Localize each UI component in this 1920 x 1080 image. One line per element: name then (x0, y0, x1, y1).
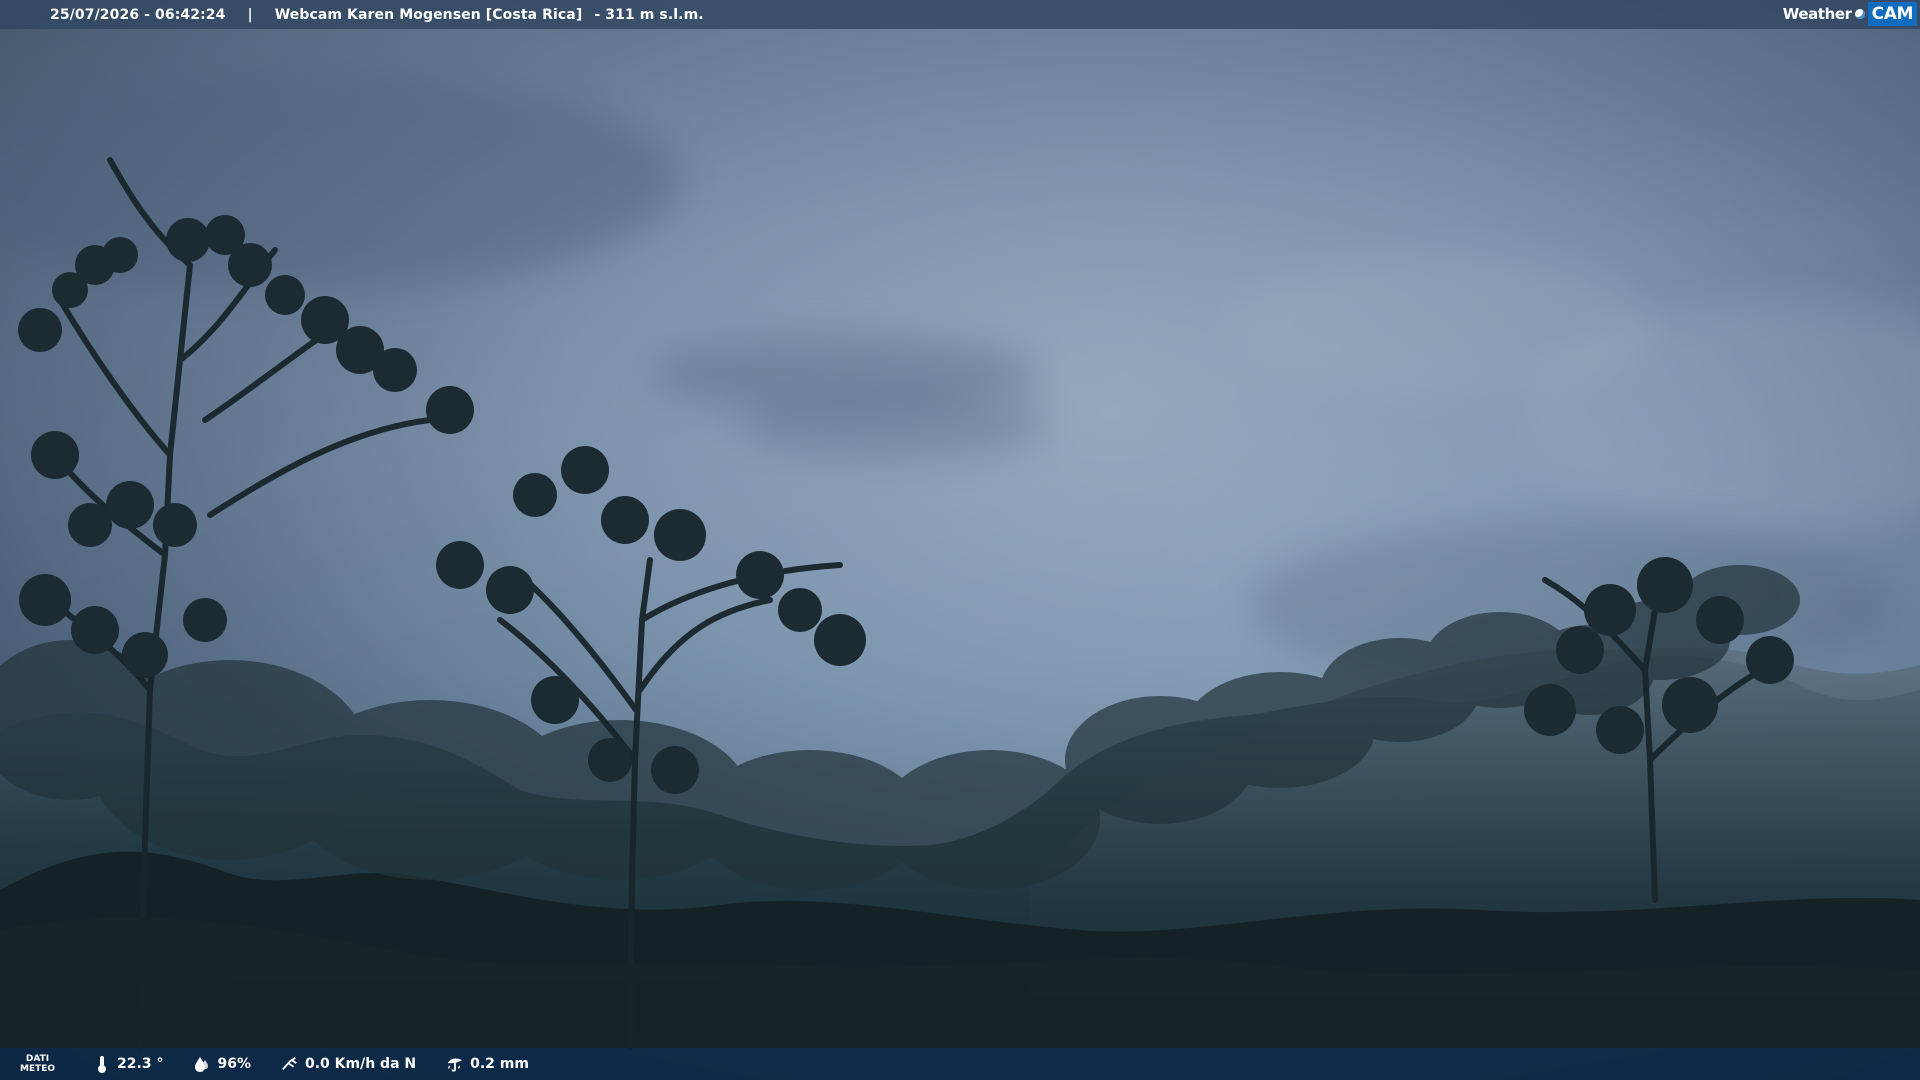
humidity-value: 96% (217, 1056, 251, 1072)
wind-direction-icon (281, 1055, 299, 1073)
weather-data-bar: DATI METEO 22.3 ° 96% 0.0 Km/h da N 0.2 … (0, 1048, 1920, 1080)
logo-dot-icon (1854, 9, 1865, 19)
top-info-bar: 25/07/2026 - 06:42:24 | Webcam Karen Mog… (0, 0, 1920, 29)
top-separator: | (247, 6, 253, 23)
dati-label-line2: METEO (20, 1064, 56, 1074)
wind-value: 0.0 Km/h da N (304, 1056, 417, 1072)
forest-silhouette (0, 157, 1920, 1051)
dati-label-line1: DATI (25, 1054, 50, 1064)
logo-weather-text: Weather (1782, 5, 1852, 23)
logo-cam-text: CAM (1867, 2, 1917, 26)
rain-reading: 0.2 mm (446, 1055, 529, 1073)
wind-direction-icon-svg (282, 1056, 297, 1070)
rain-value: 0.2 mm (470, 1056, 529, 1072)
thermometer-icon (93, 1055, 111, 1073)
meteo-data-label: DATI METEO (20, 1054, 55, 1074)
timestamp: 25/07/2026 - 06:42:24 (50, 6, 226, 23)
temperature-reading: 22.3 ° (93, 1055, 163, 1073)
webcam-title: Webcam Karen Mogensen [Costa Rica] (274, 6, 583, 23)
humidity-drop-icon (193, 1055, 211, 1073)
altitude-label: - 311 m s.l.m. (594, 6, 704, 23)
rain-umbrella-icon (446, 1055, 464, 1073)
temperature-value: 22.3 ° (117, 1056, 164, 1072)
webcam-image: 25/07/2026 - 06:42:24 | Webcam Karen Mog… (0, 0, 1920, 1080)
thermometer-icon-svg (98, 1056, 107, 1073)
weathercam-logo: Weather CAM (1783, 2, 1917, 26)
humidity-reading: 96% (193, 1055, 251, 1073)
forest-and-trees (0, 0, 1920, 1080)
wind-reading: 0.0 Km/h da N (281, 1055, 416, 1073)
humidity-drop-icon-svg (195, 1057, 209, 1072)
rain-umbrella-icon-svg (447, 1058, 463, 1072)
